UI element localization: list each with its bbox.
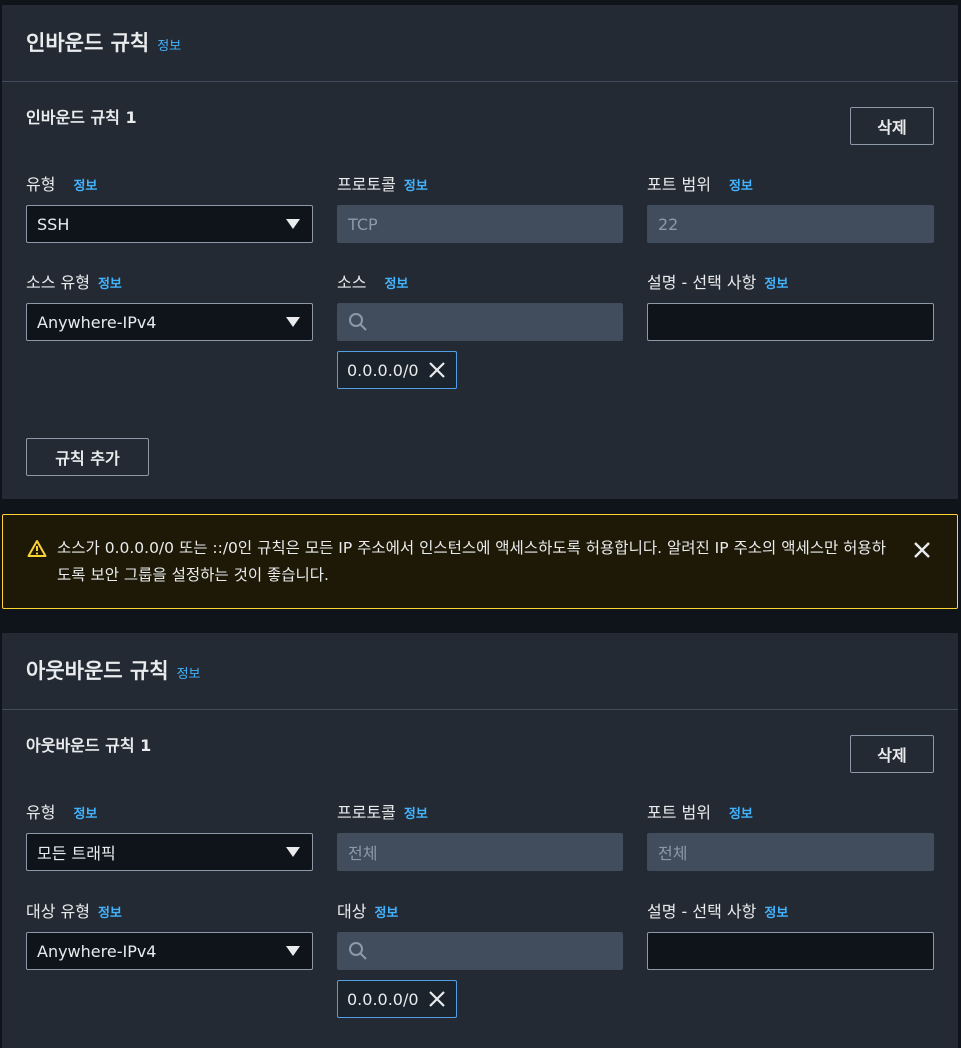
outbound-dest-info-link[interactable]: 정보 [374,906,398,921]
inbound-protocol-info-link[interactable]: 정보 [404,179,428,194]
outbound-dest-type-select[interactable]: Anywhere-IPv4 [26,932,313,970]
outbound-rule-title: 아웃바운드 규칙 1 [26,736,152,755]
caret-down-icon [286,847,300,857]
outbound-protocol-info-link[interactable]: 정보 [404,807,428,822]
inbound-port-label-text: 포트 범위 [647,175,711,194]
outbound-desc-label: 설명 - 선택 사항 정보 [647,898,788,922]
close-icon[interactable] [913,541,931,559]
outbound-port-value: 전체 [658,844,688,863]
inbound-source-label-text: 소스 [337,273,367,292]
outbound-protocol-label: 프로토콜 정보 [337,799,428,823]
search-icon [349,942,367,960]
inbound-rule-title: 인바운드 규칙 1 [26,108,137,127]
inbound-source-type-value: Anywhere-IPv4 [37,312,157,332]
add-rule-button[interactable]: 규칙 추가 [26,438,149,476]
inbound-port-value: 22 [658,214,679,234]
inbound-source-token-text: 0.0.0.0/0 [347,360,419,380]
inbound-desc-input[interactable] [647,303,934,341]
inbound-source-type-info-link[interactable]: 정보 [98,277,122,292]
outbound-type-label: 유형 정보 [26,799,97,823]
caret-down-icon [286,317,300,327]
inbound-info-link[interactable]: 정보 [157,39,181,54]
outbound-port-field: 전체 [647,833,934,871]
search-icon [349,313,367,331]
inbound-source-type-select[interactable]: Anywhere-IPv4 [26,303,313,341]
outbound-port-label-text: 포트 범위 [647,803,711,822]
outbound-dest-type-value: Anywhere-IPv4 [37,941,157,961]
inbound-source-info-link[interactable]: 정보 [384,277,408,292]
outbound-dest-token: 0.0.0.0/0 [337,980,457,1018]
warning-message: 소스가 0.0.0.0/0 또는 ::/0인 규칙은 모든 IP 주소에서 인스… [57,539,886,584]
outbound-title: 아웃바운드 규칙 정보 [26,655,200,685]
outbound-dest-token-text: 0.0.0.0/0 [347,989,419,1009]
inbound-type-select[interactable]: SSH [26,205,313,243]
outbound-protocol-label-text: 프로토콜 [337,803,396,822]
outbound-desc-label-text: 설명 - 선택 사항 [647,902,757,921]
inbound-type-label: 유형 정보 [26,171,97,195]
inbound-delete-button[interactable]: 삭제 [850,107,934,145]
inbound-port-field: 22 [647,205,934,243]
close-icon[interactable] [428,990,446,1008]
outbound-title-text: 아웃바운드 규칙 [26,659,169,683]
inbound-port-info-link[interactable]: 정보 [729,179,753,194]
inbound-type-label-text: 유형 [26,175,56,194]
outbound-rules-panel: 아웃바운드 규칙 정보 아웃바운드 규칙 1 삭제 유형 정보 프로토콜 정보 포트 … [2,633,958,1048]
outbound-protocol-value: 전체 [348,844,378,863]
outbound-dest-type-label: 대상 유형 정보 [26,898,122,922]
close-icon[interactable] [428,361,446,379]
inbound-title: 인바운드 규칙 정보 [26,27,181,57]
inbound-source-type-label-text: 소스 유형 [26,273,90,292]
outbound-dest-label: 대상 정보 [337,898,398,922]
inbound-protocol-label: 프로토콜 정보 [337,171,428,195]
outbound-type-value: 모든 트래픽 [37,844,116,863]
outbound-dest-search-input[interactable] [337,932,623,970]
outbound-dest-label-text: 대상 [337,902,367,921]
outbound-type-label-text: 유형 [26,803,56,822]
caret-down-icon [286,946,300,956]
inbound-header: 인바운드 규칙 정보 [2,5,958,82]
inbound-source-label: 소스 정보 [337,269,408,293]
inbound-rules-panel: 인바운드 규칙 정보 인바운드 규칙 1 삭제 유형 정보 프로토콜 정보 포트 범위… [2,5,958,499]
outbound-desc-info-link[interactable]: 정보 [764,906,788,921]
outbound-type-info-link[interactable]: 정보 [73,807,97,822]
inbound-port-label: 포트 범위 정보 [647,171,753,195]
outbound-delete-button[interactable]: 삭제 [850,735,934,773]
inbound-type-info-link[interactable]: 정보 [73,179,97,194]
inbound-source-type-label: 소스 유형 정보 [26,269,122,293]
inbound-protocol-field: TCP [337,205,623,243]
outbound-dest-type-info-link[interactable]: 정보 [98,906,122,921]
inbound-source-token: 0.0.0.0/0 [337,351,457,389]
outbound-info-link[interactable]: 정보 [177,667,201,682]
outbound-protocol-field: 전체 [337,833,623,871]
inbound-desc-label-text: 설명 - 선택 사항 [647,273,757,292]
outbound-desc-input[interactable] [647,932,934,970]
outbound-port-label: 포트 범위 정보 [647,799,753,823]
outbound-type-select[interactable]: 모든 트래픽 [26,833,313,871]
inbound-desc-info-link[interactable]: 정보 [764,277,788,292]
warning-icon [27,540,47,557]
warning-alert: 소스가 0.0.0.0/0 또는 ::/0인 규칙은 모든 IP 주소에서 인스… [2,514,958,609]
inbound-title-text: 인바운드 규칙 [26,31,150,55]
outbound-port-info-link[interactable]: 정보 [729,807,753,822]
inbound-protocol-value: TCP [348,214,378,234]
inbound-type-value: SSH [37,214,70,234]
inbound-protocol-label-text: 프로토콜 [337,175,396,194]
outbound-header: 아웃바운드 규칙 정보 [2,633,958,710]
outbound-dest-type-label-text: 대상 유형 [26,902,90,921]
inbound-desc-label: 설명 - 선택 사항 정보 [647,269,788,293]
inbound-source-search-input[interactable] [337,303,623,341]
caret-down-icon [286,219,300,229]
